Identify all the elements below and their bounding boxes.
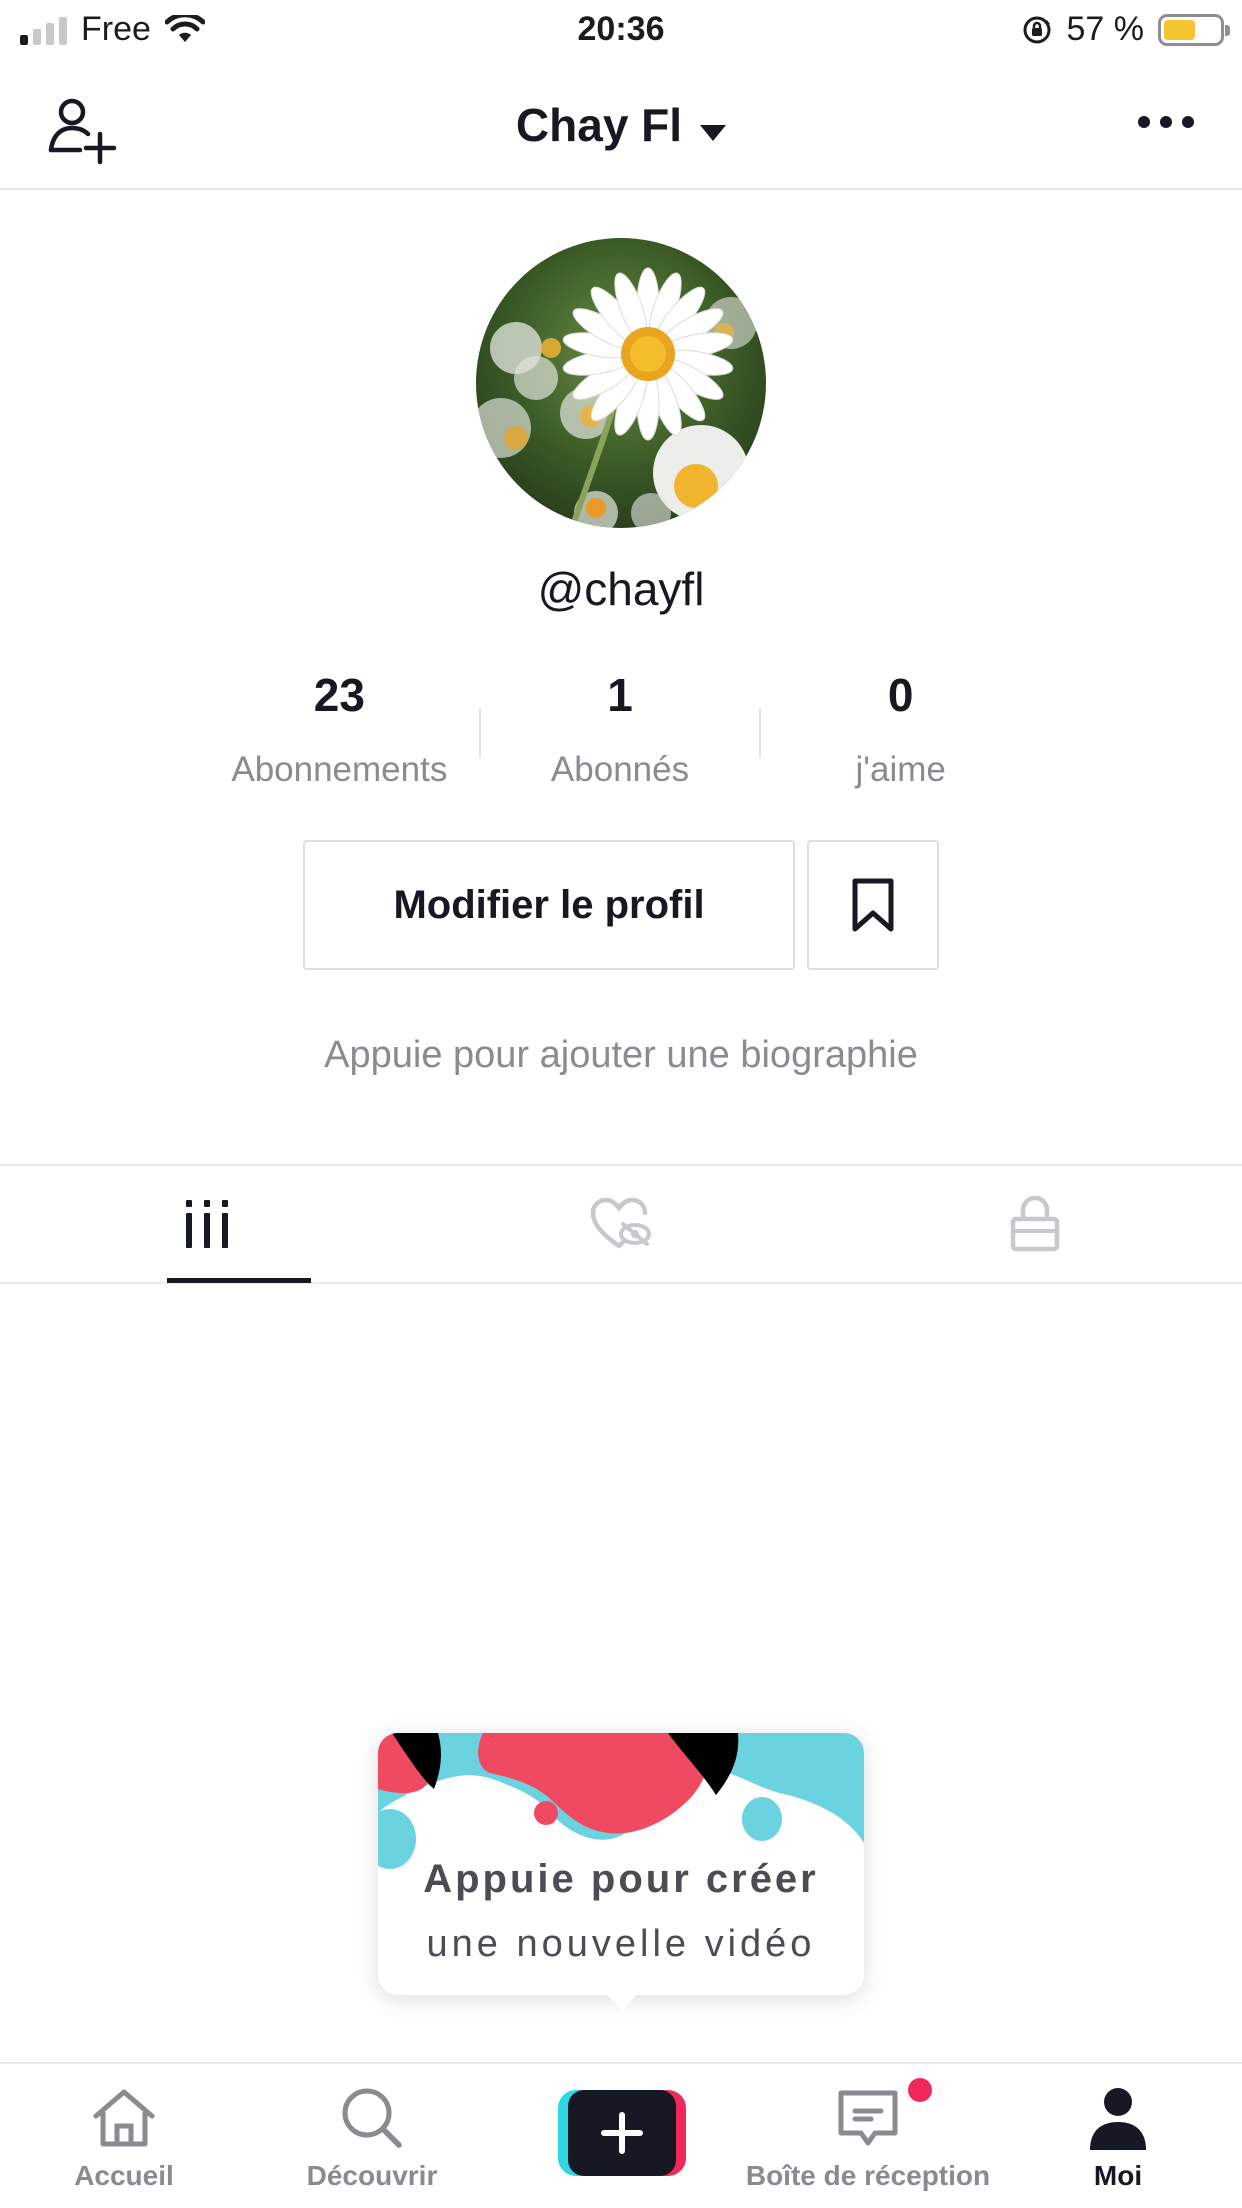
content-tabs	[0, 1164, 1242, 1284]
bookmark-icon	[852, 878, 894, 932]
favorites-button[interactable]	[807, 840, 939, 970]
stat-followers[interactable]: 1 Abonnés	[481, 668, 760, 798]
daisy-avatar-image	[476, 238, 766, 528]
nav-label: Boîte de réception	[745, 2160, 991, 2191]
liked-hidden-icon	[590, 1197, 651, 1249]
stat-label: Abonnés	[550, 750, 690, 789]
stat-value: 23	[313, 669, 365, 721]
tab-private[interactable]	[828, 1166, 1242, 1282]
status-right: 57 %	[1021, 10, 1230, 49]
tab-liked[interactable]	[414, 1166, 828, 1282]
nav-inbox[interactable]: Boîte de réception	[728, 2064, 1008, 2208]
inbox-icon	[838, 2090, 898, 2146]
battery-percent: 57 %	[1066, 10, 1145, 48]
stat-label: j'aime	[855, 750, 946, 789]
create-video-button[interactable]	[558, 2090, 686, 2176]
profile-header: Chay Fl	[0, 62, 1242, 190]
status-bar: Free 20:36 57 %	[0, 0, 1242, 62]
edit-profile-button[interactable]: Modifier le profil	[303, 840, 795, 970]
nav-label: Découvrir	[306, 2160, 438, 2191]
stat-likes[interactable]: 0 j'aime	[761, 668, 1040, 798]
home-icon	[93, 2089, 155, 2147]
nav-discover[interactable]: Découvrir	[298, 2064, 446, 2208]
notification-badge	[908, 2078, 932, 2102]
profile-stats: 23 Abonnements 1 Abonnés 0 j'aime	[200, 668, 1040, 798]
nav-label: Moi	[1093, 2160, 1143, 2191]
account-name: Chay Fl	[515, 99, 683, 151]
account-switcher[interactable]: Chay Fl	[0, 98, 1242, 152]
more-icon[interactable]	[1138, 116, 1194, 128]
lock-icon	[1010, 1195, 1060, 1252]
avatar[interactable]	[476, 238, 766, 528]
video-grid-icon	[186, 1200, 228, 1248]
stat-following[interactable]: 23 Abonnements	[200, 668, 479, 798]
bottom-navigation: Accueil Découvrir Boîte de réception Moi	[0, 2062, 1242, 2208]
stat-value: 1	[607, 669, 633, 721]
tooltip-pointer	[606, 1993, 638, 2011]
orientation-lock-icon	[1023, 16, 1050, 43]
username: @chayfl	[537, 563, 705, 615]
search-icon	[342, 2088, 402, 2148]
profile-icon	[1090, 2088, 1146, 2150]
caret-down-icon	[700, 124, 727, 141]
nav-profile[interactable]: Moi	[1068, 2064, 1168, 2208]
stat-value: 0	[887, 669, 914, 721]
tab-videos[interactable]	[0, 1166, 414, 1282]
nav-label: Accueil	[74, 2160, 174, 2191]
create-video-tooltip[interactable]: Appuie pour créer une nouvelle vidéo	[378, 1733, 864, 2011]
active-tab-indicator	[167, 1278, 311, 1283]
bio-placeholder[interactable]: Appuie pour ajouter une biographie	[0, 1034, 1242, 1077]
tooltip-subtitle: une nouvelle vidéo	[426, 1923, 816, 1965]
stat-label: Abonnements	[231, 750, 448, 789]
nav-home[interactable]: Accueil	[50, 2064, 198, 2208]
battery-icon	[1158, 13, 1230, 46]
plus-icon	[601, 2112, 643, 2154]
tooltip-title: Appuie pour créer	[423, 1857, 819, 1901]
